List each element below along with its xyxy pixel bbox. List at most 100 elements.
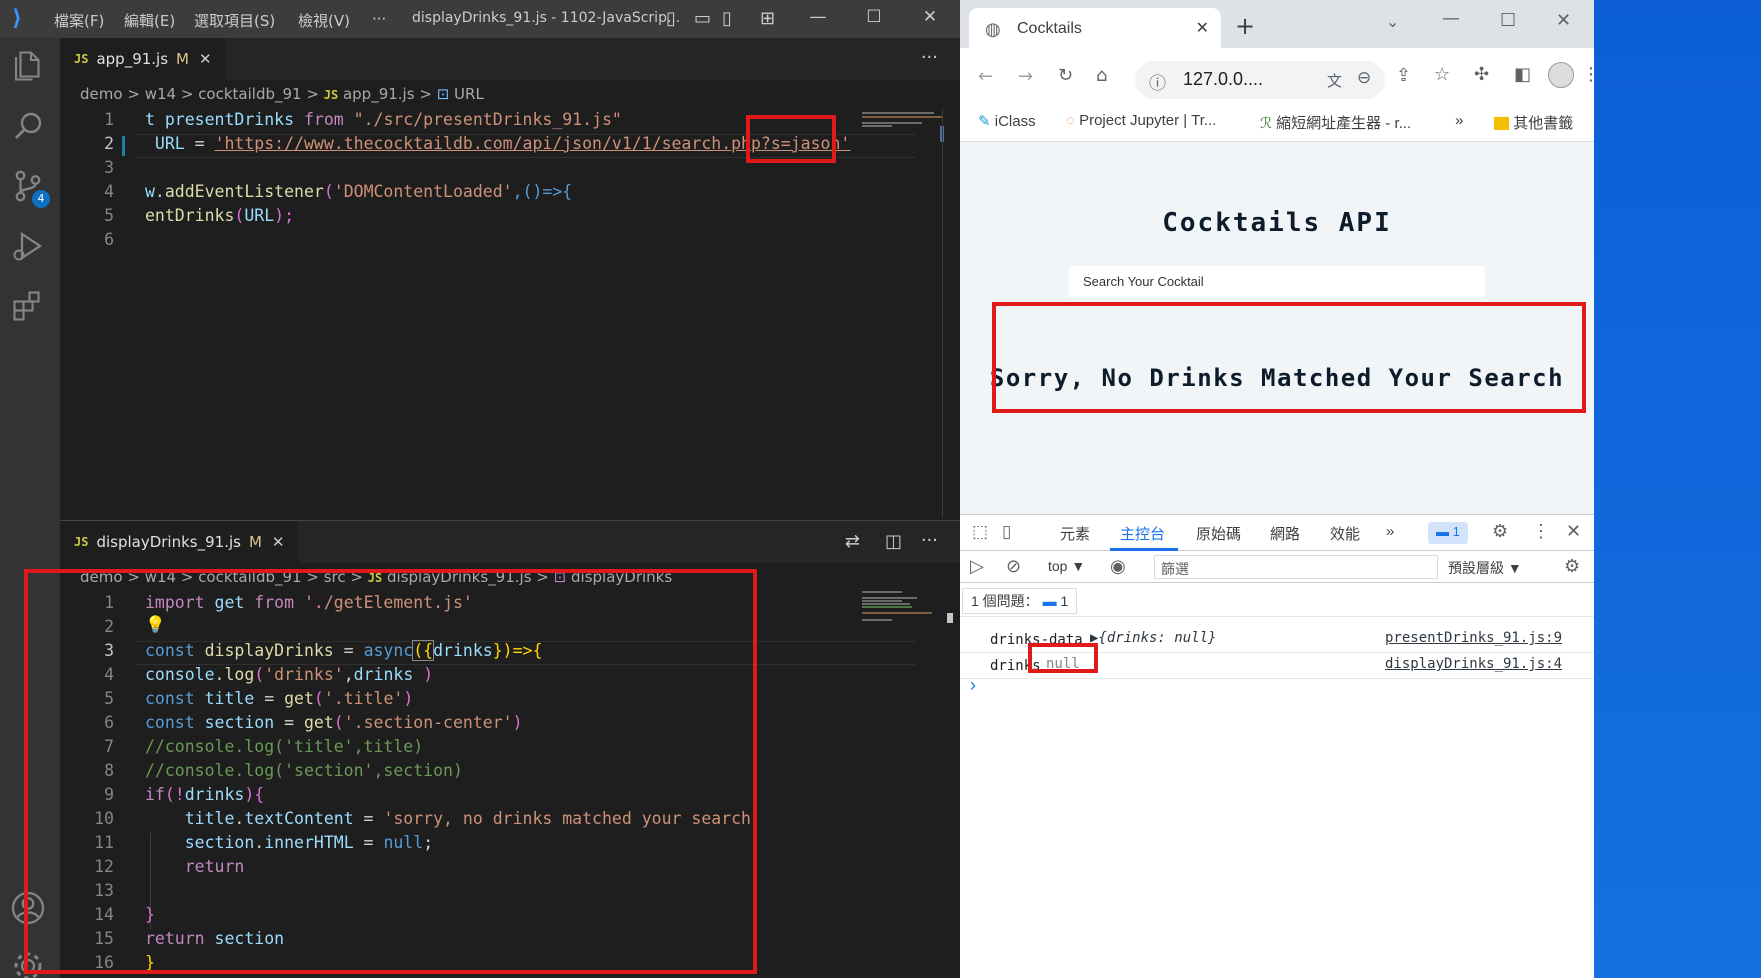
tab-title: Cocktails xyxy=(1017,20,1082,37)
explorer-icon[interactable] xyxy=(10,48,50,88)
close-tab-icon[interactable]: ✕ xyxy=(1196,18,1209,38)
profile-avatar[interactable] xyxy=(1548,62,1574,88)
browser-tab[interactable]: ◍ Cocktails ✕ xyxy=(969,8,1221,48)
search-input[interactable]: Search Your Cocktail xyxy=(1069,266,1485,298)
minimize-icon[interactable]: — xyxy=(798,7,838,27)
live-expression-eye-icon[interactable]: ◉ xyxy=(1110,556,1126,577)
tab-sources[interactable]: 原始碼 xyxy=(1196,523,1241,544)
issues-badge[interactable]: ▬ 1 xyxy=(1428,522,1468,544)
tab-network[interactable]: 網路 xyxy=(1270,523,1300,544)
address-bar[interactable]: ⓘ 127.0.0.... 文 ⊖ xyxy=(1135,61,1385,99)
vscode-window: ⟩ 檔案(F) 編輯(E) 選取項目(S) 檢視(V) ··· displayD… xyxy=(0,0,960,978)
source-control-badge: 4 xyxy=(32,190,50,208)
side-panel-icon[interactable]: ◧ xyxy=(1514,64,1531,85)
toggle-panel-icon[interactable]: ▭ xyxy=(694,8,711,29)
tab-performance[interactable]: 效能 xyxy=(1330,523,1360,544)
tab-console[interactable]: 主控台 xyxy=(1120,523,1165,544)
jupyter-icon: ◌ xyxy=(1066,112,1075,129)
new-tab-icon[interactable]: + xyxy=(1235,12,1255,40)
forward-icon[interactable]: → xyxy=(1018,66,1033,87)
desktop-background xyxy=(1594,0,1761,978)
extensions-icon[interactable]: ✣ xyxy=(1474,64,1489,85)
toggle-secondary-sidebar-icon[interactable]: ▯ xyxy=(722,8,732,29)
js-file-icon: JS xyxy=(323,88,339,102)
crumb-cocktaildb[interactable]: cocktaildb_91 xyxy=(198,85,301,103)
crumb-file[interactable]: app_91.js xyxy=(343,85,415,103)
issues-button[interactable]: 1 個問題： ▬ 1 xyxy=(962,588,1078,614)
console-filter-input[interactable]: 篩選 xyxy=(1154,555,1438,579)
log-object[interactable]: ▶{drinks: null} xyxy=(1090,630,1216,646)
toggle-sidebar-icon[interactable]: ▯ xyxy=(666,8,676,29)
settings-gear-icon[interactable]: ⚙ xyxy=(1492,521,1508,542)
bookmarks-bar: ✎ iClass ◌ Project Jupyter | Tr... ℛ 縮短網… xyxy=(960,110,1594,142)
source-control-icon[interactable]: 4 xyxy=(10,168,50,208)
sidebar-toggle-icon[interactable]: ▷ xyxy=(970,556,984,577)
log-source-link[interactable]: displayDrinks_91.js:4 xyxy=(1385,656,1562,672)
zoom-icon[interactable]: ⊖ xyxy=(1357,68,1371,88)
reload-icon[interactable]: ↻ xyxy=(1058,65,1073,86)
close-devtools-icon[interactable]: ✕ xyxy=(1566,521,1581,542)
minimap[interactable] xyxy=(862,108,942,168)
menu-file[interactable]: 檔案(F) xyxy=(54,10,104,31)
crumb-sep: > xyxy=(180,85,194,103)
git-modified-gutter xyxy=(122,136,125,156)
log-source-link[interactable]: presentDrinks_91.js:9 xyxy=(1385,630,1562,646)
inspect-element-icon[interactable]: ⬚ xyxy=(972,522,988,542)
tab-search-icon[interactable]: ⌄ xyxy=(1386,12,1399,31)
scrollbar-thumb[interactable] xyxy=(947,613,953,623)
close-window-icon[interactable]: ✕ xyxy=(910,7,950,27)
menu-selection[interactable]: 選取項目(S) xyxy=(194,10,275,31)
crumb-w14[interactable]: w14 xyxy=(145,85,176,103)
menu-edit[interactable]: 編輯(E) xyxy=(124,10,175,31)
console-settings-icon[interactable]: ⚙ xyxy=(1564,556,1580,577)
log-levels-dropdown[interactable]: 預設層級 ▼ xyxy=(1448,558,1522,578)
minimap[interactable] xyxy=(862,589,942,649)
back-icon[interactable]: ← xyxy=(978,66,993,87)
close-tab-icon[interactable]: ✕ xyxy=(272,533,285,551)
menu-more[interactable]: ··· xyxy=(372,10,386,28)
issues-row: 1 個問題： ▬ 1 xyxy=(960,583,1594,617)
menu-view[interactable]: 檢視(V) xyxy=(298,10,350,31)
translate-icon[interactable]: 文 xyxy=(1327,70,1342,91)
bookmark-star-icon[interactable]: ☆ xyxy=(1434,64,1450,85)
extensions-icon[interactable] xyxy=(10,288,50,328)
maximize-icon[interactable]: ☐ xyxy=(854,7,894,27)
devtools-menu-icon[interactable]: ⋮ xyxy=(1532,521,1550,542)
clear-console-icon[interactable]: ⊘ xyxy=(1006,556,1021,577)
device-toolbar-icon[interactable]: ▯ xyxy=(1002,522,1011,542)
bookmark-iclass[interactable]: ✎ iClass xyxy=(978,112,1036,130)
crumb-demo[interactable]: demo xyxy=(80,85,123,103)
close-tab-icon[interactable]: ✕ xyxy=(199,50,212,68)
more-actions-icon[interactable]: ··· xyxy=(921,530,938,551)
bookmark-shorturl[interactable]: ℛ 縮短網址產生器 - r... xyxy=(1260,112,1411,133)
home-icon[interactable]: ⌂ xyxy=(1096,65,1107,86)
tab-displaydrinks-js[interactable]: JS displayDrinks_91.js M ✕ xyxy=(60,521,299,563)
page-title: Cocktails API xyxy=(1162,208,1392,238)
other-bookmarks[interactable]: ▇ 其他書籤 xyxy=(1494,112,1573,133)
run-debug-icon[interactable] xyxy=(10,228,50,268)
search-icon[interactable] xyxy=(10,108,50,148)
split-editor-icon[interactable]: ◫ xyxy=(885,531,902,552)
devtools-tabbar: ⬚ ▯ 元素 主控台 原始碼 網路 效能 » ▬ 1 ⚙ ⋮ ✕ xyxy=(960,515,1594,551)
bookmarks-overflow[interactable]: » xyxy=(1455,112,1463,129)
line-number: 4 xyxy=(104,182,114,201)
context-selector[interactable]: top ▼ xyxy=(1048,558,1085,574)
bookmark-jupyter[interactable]: ◌ Project Jupyter | Tr... xyxy=(1066,112,1216,129)
open-changes-icon[interactable]: ⇄ xyxy=(845,531,860,552)
devtools-panel: ⬚ ▯ 元素 主控台 原始碼 網路 效能 » ▬ 1 ⚙ ⋮ ✕ ▷ ⊘ top… xyxy=(960,514,1594,978)
more-actions-icon[interactable]: ··· xyxy=(921,47,938,68)
vscode-titlebar: ⟩ 檔案(F) 編輯(E) 選取項目(S) 檢視(V) ··· displayD… xyxy=(0,0,960,38)
crumb-symbol-url[interactable]: URL xyxy=(454,85,484,103)
maximize-icon[interactable]: ☐ xyxy=(1500,10,1516,31)
site-info-icon[interactable]: ⓘ xyxy=(1149,69,1166,94)
browser-tab-strip: ◍ Cocktails ✕ + ⌄ — ☐ ✕ xyxy=(960,0,1594,48)
close-window-icon[interactable]: ✕ xyxy=(1556,10,1571,31)
console-prompt[interactable]: › xyxy=(970,675,976,696)
share-icon[interactable]: ⇪ xyxy=(1396,65,1411,86)
layout-icon[interactable]: ⊞ xyxy=(760,8,775,29)
tab-elements[interactable]: 元素 xyxy=(1060,523,1090,544)
tab-app-js[interactable]: JS app_91.js M ✕ xyxy=(60,38,226,80)
minimize-icon[interactable]: — xyxy=(1442,8,1460,29)
console-toolbar: ▷ ⊘ top ▼ ◉ 篩選 預設層級 ▼ ⚙ xyxy=(960,551,1594,583)
tab-overflow[interactable]: » xyxy=(1386,523,1394,540)
